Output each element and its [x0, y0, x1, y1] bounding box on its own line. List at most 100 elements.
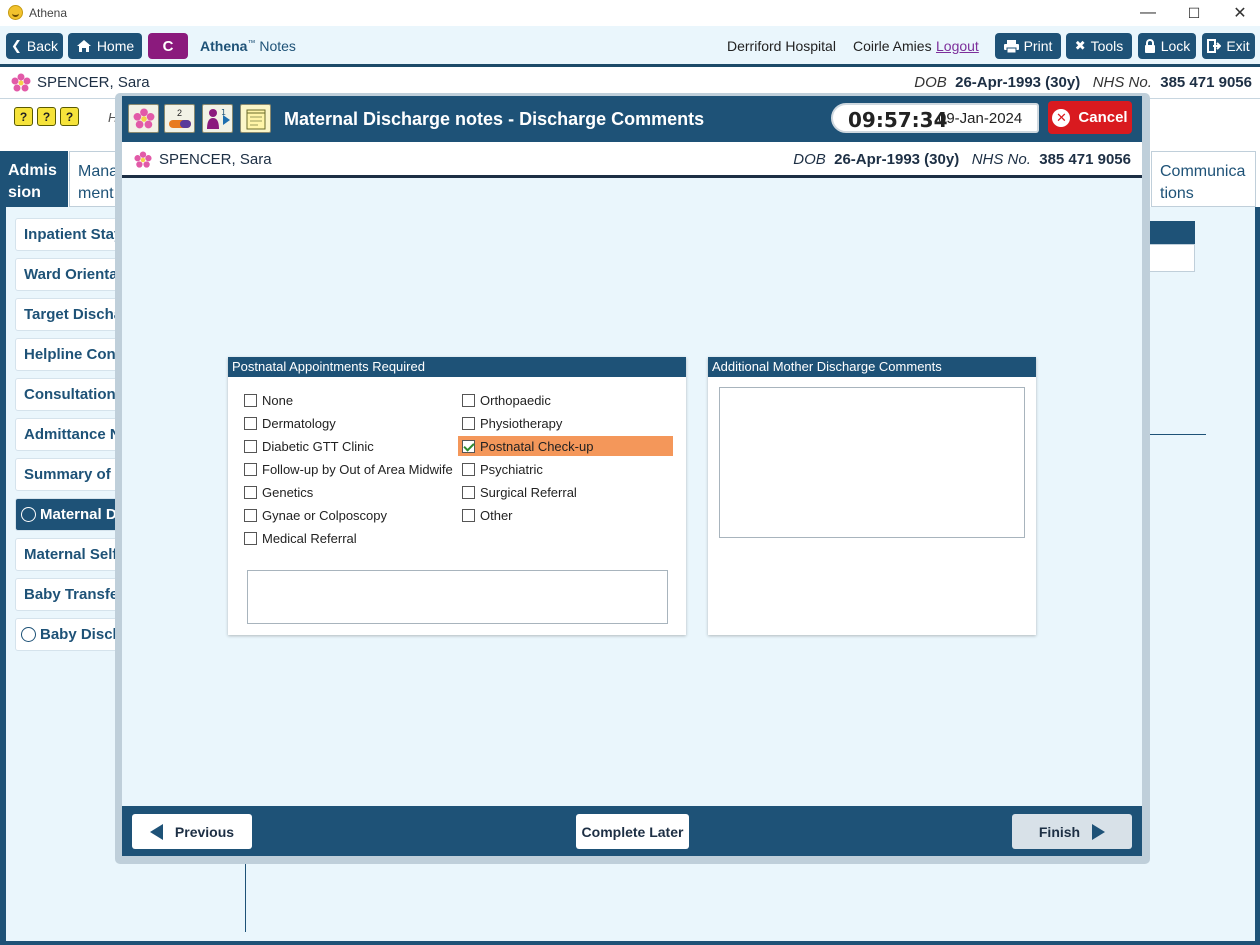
previous-button[interactable]: Previous	[132, 814, 252, 849]
checkbox-label: Dermatology	[262, 415, 336, 431]
arrow-right-icon	[1092, 823, 1106, 840]
maximize-button[interactable]: ☐	[1171, 0, 1217, 26]
exit-button[interactable]: Exit	[1202, 33, 1255, 59]
sidebar-item-inpatient-stay[interactable]: Inpatient Stay	[15, 218, 123, 251]
checkbox-dermatology[interactable]: Dermatology	[240, 413, 450, 433]
user-name: Coirle Amies	[853, 38, 932, 54]
sidebar-item-label: Inpatient Stay	[24, 226, 123, 243]
modal-title: Maternal Discharge notes - Discharge Com…	[284, 109, 705, 129]
checkbox-box[interactable]	[462, 393, 475, 407]
exit-label: Exit	[1226, 38, 1250, 54]
back-button[interactable]: ❮ Back	[6, 33, 63, 59]
checkbox-follow-up-midwife[interactable]: Follow-up by Out of Area Midwife	[240, 459, 460, 479]
checkbox-label: Genetics	[262, 484, 314, 500]
checkbox-other[interactable]: Other	[458, 505, 673, 525]
sidebar-item-target-discharge[interactable]: Target Dischar	[15, 298, 123, 331]
checkbox-psychiatric[interactable]: Psychiatric	[458, 459, 673, 479]
sidebar-item-label: Baby Discha	[40, 626, 123, 643]
print-button[interactable]: Print	[995, 33, 1061, 59]
tools-icon: ✖	[1074, 38, 1086, 53]
clock-date: 09-Jan-2024	[938, 110, 1023, 127]
sidebar-item-label: Maternal Self	[24, 546, 118, 563]
checkbox-box[interactable]	[462, 439, 475, 453]
checkbox-box[interactable]	[244, 416, 257, 430]
brand-label: Athena™ Notes	[200, 38, 296, 54]
checkbox-label: Postnatal Check-up	[480, 438, 594, 454]
lock-label: Lock	[1160, 38, 1191, 54]
checkbox-diabetic-gtt-clinic[interactable]: Diabetic GTT Clinic	[240, 436, 450, 456]
checkbox-genetics[interactable]: Genetics	[240, 482, 450, 502]
checkbox-box[interactable]	[244, 393, 257, 407]
modal-patient-name: SPENCER, Sara	[159, 151, 272, 168]
checkbox-box[interactable]	[244, 439, 257, 453]
close-window-button[interactable]: ✕	[1217, 0, 1260, 26]
flower-icon	[134, 151, 152, 168]
cancel-button[interactable]: ✕ Cancel	[1048, 101, 1132, 134]
sidebar-item-baby-discharge[interactable]: Baby Discha	[15, 618, 123, 651]
tools-label: Tools	[1090, 38, 1124, 54]
sidebar-item-maternal-self[interactable]: Maternal Self	[15, 538, 123, 571]
logout-link[interactable]: Logout	[936, 38, 979, 54]
checkbox-box[interactable]	[462, 416, 475, 430]
sidebar-item-label: Admittance N	[24, 426, 121, 443]
sidebar-item-summary[interactable]: Summary of P	[15, 458, 123, 491]
sidebar-item-admittance-notes[interactable]: Admittance N	[15, 418, 123, 451]
checkbox-box[interactable]	[462, 462, 475, 476]
checkbox-physiotherapy[interactable]: Physiotherapy	[458, 413, 673, 433]
lock-button[interactable]: Lock	[1138, 33, 1196, 59]
finish-button[interactable]: Finish	[1012, 814, 1132, 849]
app-title: Athena	[29, 6, 68, 20]
checkbox-orthopaedic[interactable]: Orthopaedic	[458, 390, 673, 410]
checkbox-label: Medical Referral	[262, 530, 357, 546]
sidebar-item-helpline-contacts[interactable]: Helpline Cont	[15, 338, 123, 371]
help-icon[interactable]: ?	[37, 107, 56, 126]
home-label: Home	[96, 38, 135, 54]
tab-communications[interactable]: Communica tions	[1151, 151, 1256, 207]
sidebar-item-maternal-discharge[interactable]: Maternal Di	[15, 498, 123, 531]
mother-discharge-comments-field[interactable]	[719, 387, 1025, 538]
medication-count: 2	[176, 107, 182, 118]
tab-admission[interactable]: Admis sion	[0, 151, 68, 207]
checkbox-none[interactable]: None	[240, 390, 450, 410]
mother-baby-glyph: 1	[206, 108, 230, 129]
home-button[interactable]: Home	[68, 33, 142, 59]
c-button[interactable]: C	[148, 33, 188, 59]
checkbox-box[interactable]	[244, 531, 257, 545]
flower-icon[interactable]	[128, 104, 159, 133]
complete-later-button[interactable]: Complete Later	[576, 814, 689, 849]
checkbox-gynae-colposcopy[interactable]: Gynae or Colposcopy	[240, 505, 450, 525]
nhs-value: 385 471 9056	[1160, 74, 1252, 91]
checkbox-box[interactable]	[462, 485, 475, 499]
background-panel-header	[1145, 221, 1195, 244]
appointments-notes-field[interactable]	[247, 570, 668, 624]
mother-discharge-comments-title: Additional Mother Discharge Comments	[708, 357, 1036, 377]
brand-tm: ™	[247, 38, 256, 48]
help-icon[interactable]: ?	[60, 107, 79, 126]
help-icon[interactable]: ?	[14, 107, 33, 126]
nhs-label: NHS No.	[971, 151, 1031, 168]
capsule-icon	[168, 119, 191, 128]
checkbox-label: Follow-up by Out of Area Midwife	[262, 461, 453, 477]
tools-button[interactable]: ✖ Tools	[1066, 33, 1132, 59]
background-divider	[245, 860, 246, 932]
checkbox-box[interactable]	[244, 485, 257, 499]
medication-icon[interactable]: 2	[164, 104, 195, 133]
sidebar-item-consultation[interactable]: Consultation I	[15, 378, 123, 411]
minimize-button[interactable]: —	[1125, 0, 1171, 26]
notepad-icon[interactable]	[240, 104, 271, 133]
checkbox-box[interactable]	[244, 508, 257, 522]
patient-name: SPENCER, Sara	[37, 74, 150, 91]
mother-baby-icon[interactable]: 1	[202, 104, 233, 133]
checkbox-box[interactable]	[462, 508, 475, 522]
checkbox-medical-referral[interactable]: Medical Referral	[240, 528, 450, 548]
checkbox-surgical-referral[interactable]: Surgical Referral	[458, 482, 673, 502]
dob-label: DOB	[793, 151, 826, 168]
sidebar-item-label: Baby Transfer	[24, 586, 123, 603]
nhs-value: 385 471 9056	[1039, 151, 1131, 168]
lock-icon	[1144, 39, 1155, 53]
checkbox-box[interactable]	[244, 462, 257, 476]
checkbox-postnatal-check-up[interactable]: Postnatal Check-up	[458, 436, 673, 456]
checkbox-label: Psychiatric	[480, 461, 543, 477]
sidebar-item-ward-orientation[interactable]: Ward Orientat	[15, 258, 123, 291]
sidebar-item-baby-transfer[interactable]: Baby Transfer	[15, 578, 123, 611]
